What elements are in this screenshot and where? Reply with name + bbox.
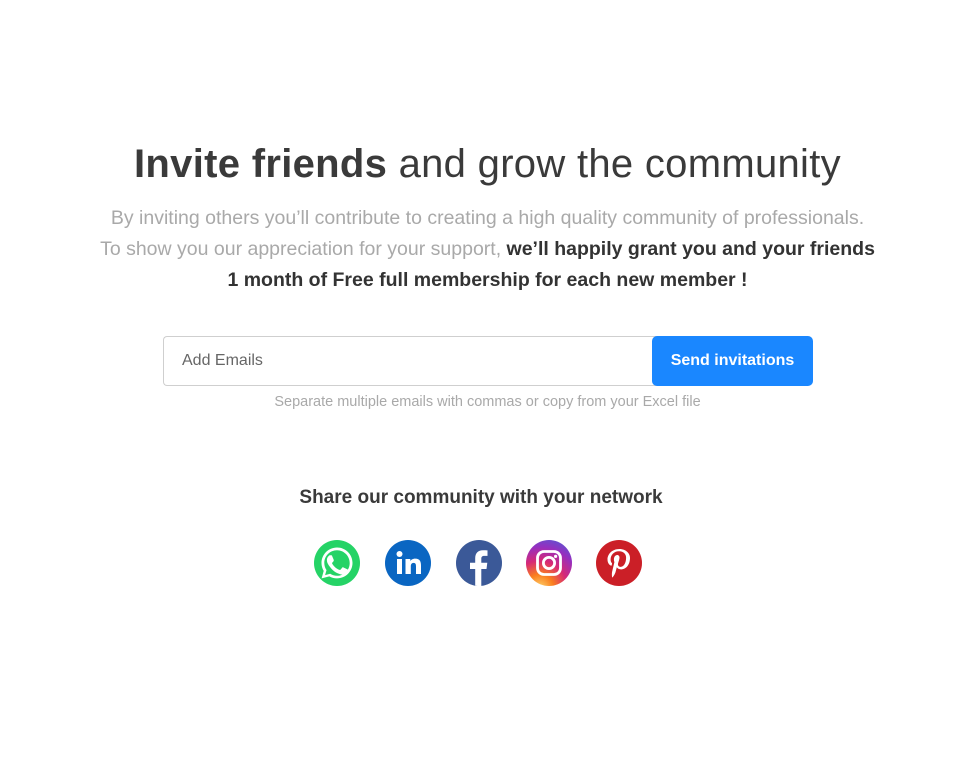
pinterest-icon[interactable] xyxy=(595,539,643,587)
description-line-3: 1 month of Free full membership for each… xyxy=(227,269,748,291)
share-title: Share our community with your network xyxy=(299,487,663,508)
description-line-1: By inviting others you’ll contribute to … xyxy=(110,207,865,229)
invite-form: Send invitations xyxy=(163,336,813,386)
send-invitations-button[interactable]: Send invitations xyxy=(652,336,813,386)
emails-hint: Separate multiple emails with commas or … xyxy=(274,394,701,410)
page-title: Invite friends and grow the community xyxy=(0,138,975,190)
facebook-icon[interactable] xyxy=(455,539,503,587)
description: By inviting others you’ll contribute to … xyxy=(0,203,975,296)
title-rest: and grow the community xyxy=(398,142,841,186)
description-line-2-plain: To show you our appreciation for your su… xyxy=(100,238,502,260)
whatsapp-icon[interactable] xyxy=(313,539,361,587)
instagram-icon[interactable] xyxy=(525,539,573,587)
title-bold: Invite friends xyxy=(134,142,388,186)
description-line-2: To show you our appreciation for your su… xyxy=(0,234,975,265)
description-line-2-bold: we’ll happily grant you and your friends xyxy=(506,238,875,260)
linkedin-icon[interactable] xyxy=(384,539,432,587)
emails-input[interactable] xyxy=(163,336,663,386)
